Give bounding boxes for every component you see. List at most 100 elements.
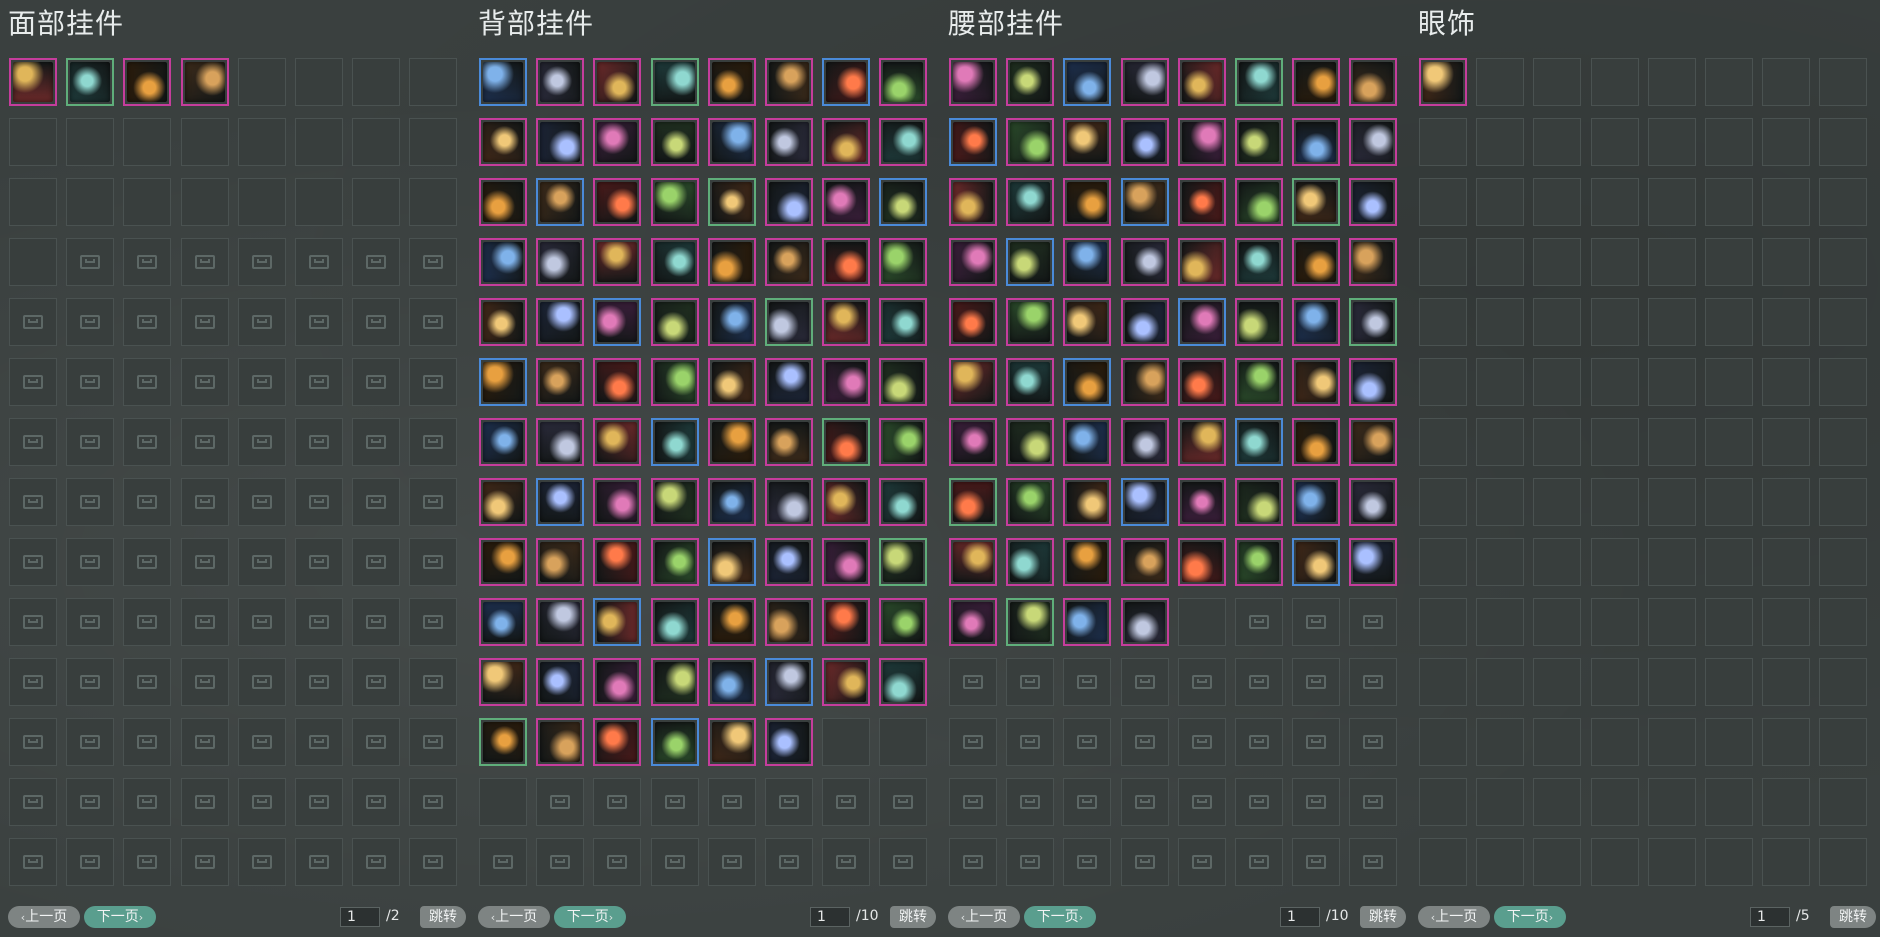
pendant-item-slot[interactable] (593, 178, 641, 226)
pendant-item-slot[interactable] (1178, 298, 1226, 346)
pendant-item-slot[interactable] (708, 58, 756, 106)
pendant-item-slot[interactable] (1349, 178, 1397, 226)
pendant-item-slot[interactable] (593, 658, 641, 706)
pendant-item-slot[interactable] (1235, 358, 1283, 406)
pendant-item-slot[interactable] (708, 358, 756, 406)
pendant-item-slot[interactable] (1006, 58, 1054, 106)
pendant-item-slot[interactable] (536, 298, 584, 346)
pendant-item-slot[interactable] (765, 298, 813, 346)
pendant-item-slot[interactable] (651, 598, 699, 646)
pendant-item-slot[interactable] (1063, 178, 1111, 226)
pendant-item-slot[interactable] (1292, 58, 1340, 106)
pendant-item-slot[interactable] (1292, 358, 1340, 406)
pendant-item-slot[interactable] (1006, 358, 1054, 406)
pendant-item-slot[interactable] (593, 358, 641, 406)
pendant-item-slot[interactable] (879, 58, 927, 106)
pendant-item-slot[interactable] (536, 718, 584, 766)
pendant-item-slot[interactable] (1006, 298, 1054, 346)
pendant-item-slot[interactable] (479, 478, 527, 526)
pendant-item-slot[interactable] (1006, 178, 1054, 226)
pendant-item-slot[interactable] (1006, 538, 1054, 586)
pendant-item-slot[interactable] (1006, 478, 1054, 526)
prev-page-button[interactable]: ‹上一页 (1418, 906, 1490, 928)
pendant-item-slot[interactable] (822, 58, 870, 106)
pendant-item-slot[interactable] (765, 418, 813, 466)
pendant-item-slot[interactable] (479, 718, 527, 766)
pendant-item-slot[interactable] (1349, 418, 1397, 466)
pendant-item-slot[interactable] (593, 718, 641, 766)
pendant-item-slot[interactable] (536, 58, 584, 106)
jump-button[interactable]: 跳转 (1830, 906, 1876, 928)
pendant-item-slot[interactable] (879, 538, 927, 586)
page-number-input[interactable] (340, 907, 380, 927)
pendant-item-slot[interactable] (879, 238, 927, 286)
pendant-item-slot[interactable] (1063, 598, 1111, 646)
pendant-item-slot[interactable] (708, 238, 756, 286)
next-page-button[interactable]: 下一页› (1024, 906, 1096, 928)
pendant-item-slot[interactable] (1292, 238, 1340, 286)
pendant-item-slot[interactable] (949, 178, 997, 226)
pendant-item-slot[interactable] (708, 658, 756, 706)
pendant-item-slot[interactable] (708, 298, 756, 346)
pendant-item-slot[interactable] (536, 418, 584, 466)
pendant-item-slot[interactable] (765, 658, 813, 706)
pendant-item-slot[interactable] (536, 538, 584, 586)
pendant-item-slot[interactable] (1349, 298, 1397, 346)
pendant-item-slot[interactable] (708, 178, 756, 226)
next-page-button[interactable]: 下一页› (554, 906, 626, 928)
pendant-item-slot[interactable] (651, 658, 699, 706)
pendant-item-slot[interactable] (479, 538, 527, 586)
pendant-item-slot[interactable] (879, 298, 927, 346)
pendant-item-slot[interactable] (593, 598, 641, 646)
pendant-item-slot[interactable] (765, 718, 813, 766)
pendant-item-slot[interactable] (536, 658, 584, 706)
pendant-item-slot[interactable] (651, 238, 699, 286)
pendant-item-slot[interactable] (1063, 538, 1111, 586)
pendant-item-slot[interactable] (1063, 58, 1111, 106)
pendant-item-slot[interactable] (879, 418, 927, 466)
pendant-item-slot[interactable] (1121, 418, 1169, 466)
pendant-item-slot[interactable] (708, 118, 756, 166)
pendant-item-slot[interactable] (879, 118, 927, 166)
pendant-item-slot[interactable] (1178, 118, 1226, 166)
pendant-item-slot[interactable] (1292, 478, 1340, 526)
jump-button[interactable]: 跳转 (890, 906, 936, 928)
pendant-item-slot[interactable] (879, 658, 927, 706)
pendant-item-slot[interactable] (1349, 118, 1397, 166)
pendant-item-slot[interactable] (1006, 598, 1054, 646)
pendant-item-slot[interactable] (708, 598, 756, 646)
pendant-item-slot[interactable] (1006, 238, 1054, 286)
pendant-item-slot[interactable] (651, 118, 699, 166)
pendant-item-slot[interactable] (181, 58, 229, 106)
pendant-item-slot[interactable] (1235, 118, 1283, 166)
pendant-item-slot[interactable] (593, 58, 641, 106)
page-number-input[interactable] (1280, 907, 1320, 927)
pendant-item-slot[interactable] (593, 238, 641, 286)
pendant-item-slot[interactable] (1121, 58, 1169, 106)
page-number-input[interactable] (810, 907, 850, 927)
pendant-item-slot[interactable] (1349, 358, 1397, 406)
pendant-item-slot[interactable] (1419, 58, 1467, 106)
pendant-item-slot[interactable] (949, 478, 997, 526)
pendant-item-slot[interactable] (651, 718, 699, 766)
pendant-item-slot[interactable] (479, 298, 527, 346)
pendant-item-slot[interactable] (879, 598, 927, 646)
pendant-item-slot[interactable] (1006, 118, 1054, 166)
pendant-item-slot[interactable] (949, 598, 997, 646)
pendant-item-slot[interactable] (765, 538, 813, 586)
pendant-item-slot[interactable] (1349, 538, 1397, 586)
pendant-item-slot[interactable] (708, 718, 756, 766)
pendant-item-slot[interactable] (651, 538, 699, 586)
pendant-item-slot[interactable] (1121, 478, 1169, 526)
pendant-item-slot[interactable] (1121, 598, 1169, 646)
pendant-item-slot[interactable] (66, 58, 114, 106)
pendant-item-slot[interactable] (765, 178, 813, 226)
pendant-item-slot[interactable] (1292, 418, 1340, 466)
pendant-item-slot[interactable] (1349, 478, 1397, 526)
pendant-item-slot[interactable] (822, 178, 870, 226)
pendant-item-slot[interactable] (1063, 418, 1111, 466)
pendant-item-slot[interactable] (536, 178, 584, 226)
pendant-item-slot[interactable] (123, 58, 171, 106)
jump-button[interactable]: 跳转 (420, 906, 466, 928)
pendant-item-slot[interactable] (822, 238, 870, 286)
